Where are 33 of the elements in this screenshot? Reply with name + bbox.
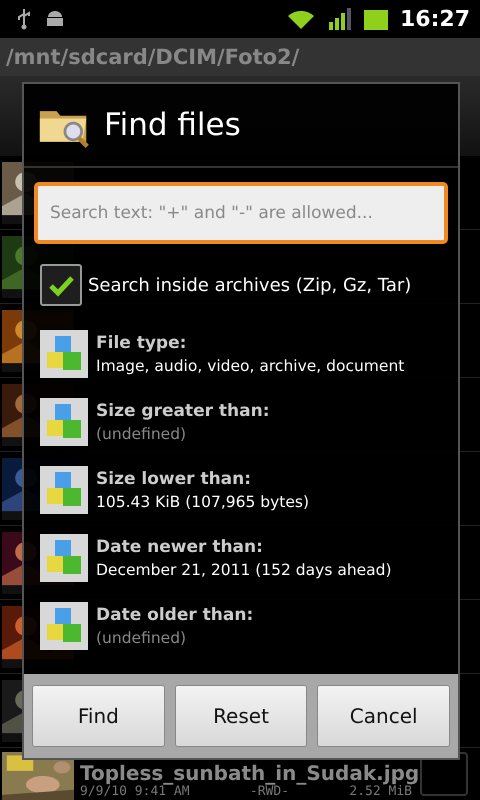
- path-text: /mnt/sdcard/DCIM/Foto2/: [6, 45, 300, 69]
- dialog-title: Find files: [104, 107, 241, 143]
- cubes-icon[interactable]: [40, 398, 88, 446]
- file-date: 9/9/10 9:41 AM: [80, 784, 190, 800]
- archives-checkbox[interactable]: [40, 264, 82, 306]
- dialog-button[interactable]: Cancel: [317, 685, 450, 747]
- filter-value: (undefined): [96, 629, 188, 647]
- usb-icon: [16, 8, 32, 30]
- filter-value: 105.43 KiB (107,965 bytes): [96, 493, 310, 511]
- dialog-button[interactable]: Reset: [174, 685, 308, 747]
- filter-value: (undefined): [96, 425, 188, 443]
- filter-title[interactable]: Date older than:: [96, 605, 254, 625]
- file-name: Topless_sunbath_in_Sudak.jpg: [80, 762, 420, 784]
- cubes-icon[interactable]: [40, 534, 88, 582]
- wifi-icon: [286, 8, 316, 30]
- clock: 16:27: [400, 6, 470, 32]
- filter-value: December 21, 2011 (152 days ahead): [96, 561, 392, 579]
- battery-icon: [364, 8, 388, 30]
- search-field[interactable]: Search text: "+" and "-" are allowed...: [34, 182, 448, 244]
- dialog-button[interactable]: Find: [32, 685, 165, 747]
- filter-title[interactable]: Date newer than:: [96, 537, 392, 557]
- file-attributes: -RWD-: [250, 784, 290, 800]
- signal-icon: [328, 8, 352, 30]
- cubes-icon[interactable]: [40, 330, 88, 378]
- filter-value: Image, audio, video, archive, document: [96, 357, 404, 375]
- cubes-icon[interactable]: [40, 466, 88, 514]
- android-icon: [44, 9, 66, 29]
- filter-title[interactable]: File type:: [96, 333, 404, 353]
- filter-title[interactable]: Size greater than:: [96, 401, 270, 421]
- filter-title[interactable]: Size lower than:: [96, 469, 310, 489]
- file-size: 2.52 MiB: [349, 784, 412, 800]
- archives-label: Search inside archives (Zip, Gz, Tar): [88, 274, 412, 296]
- cubes-icon[interactable]: [40, 602, 88, 650]
